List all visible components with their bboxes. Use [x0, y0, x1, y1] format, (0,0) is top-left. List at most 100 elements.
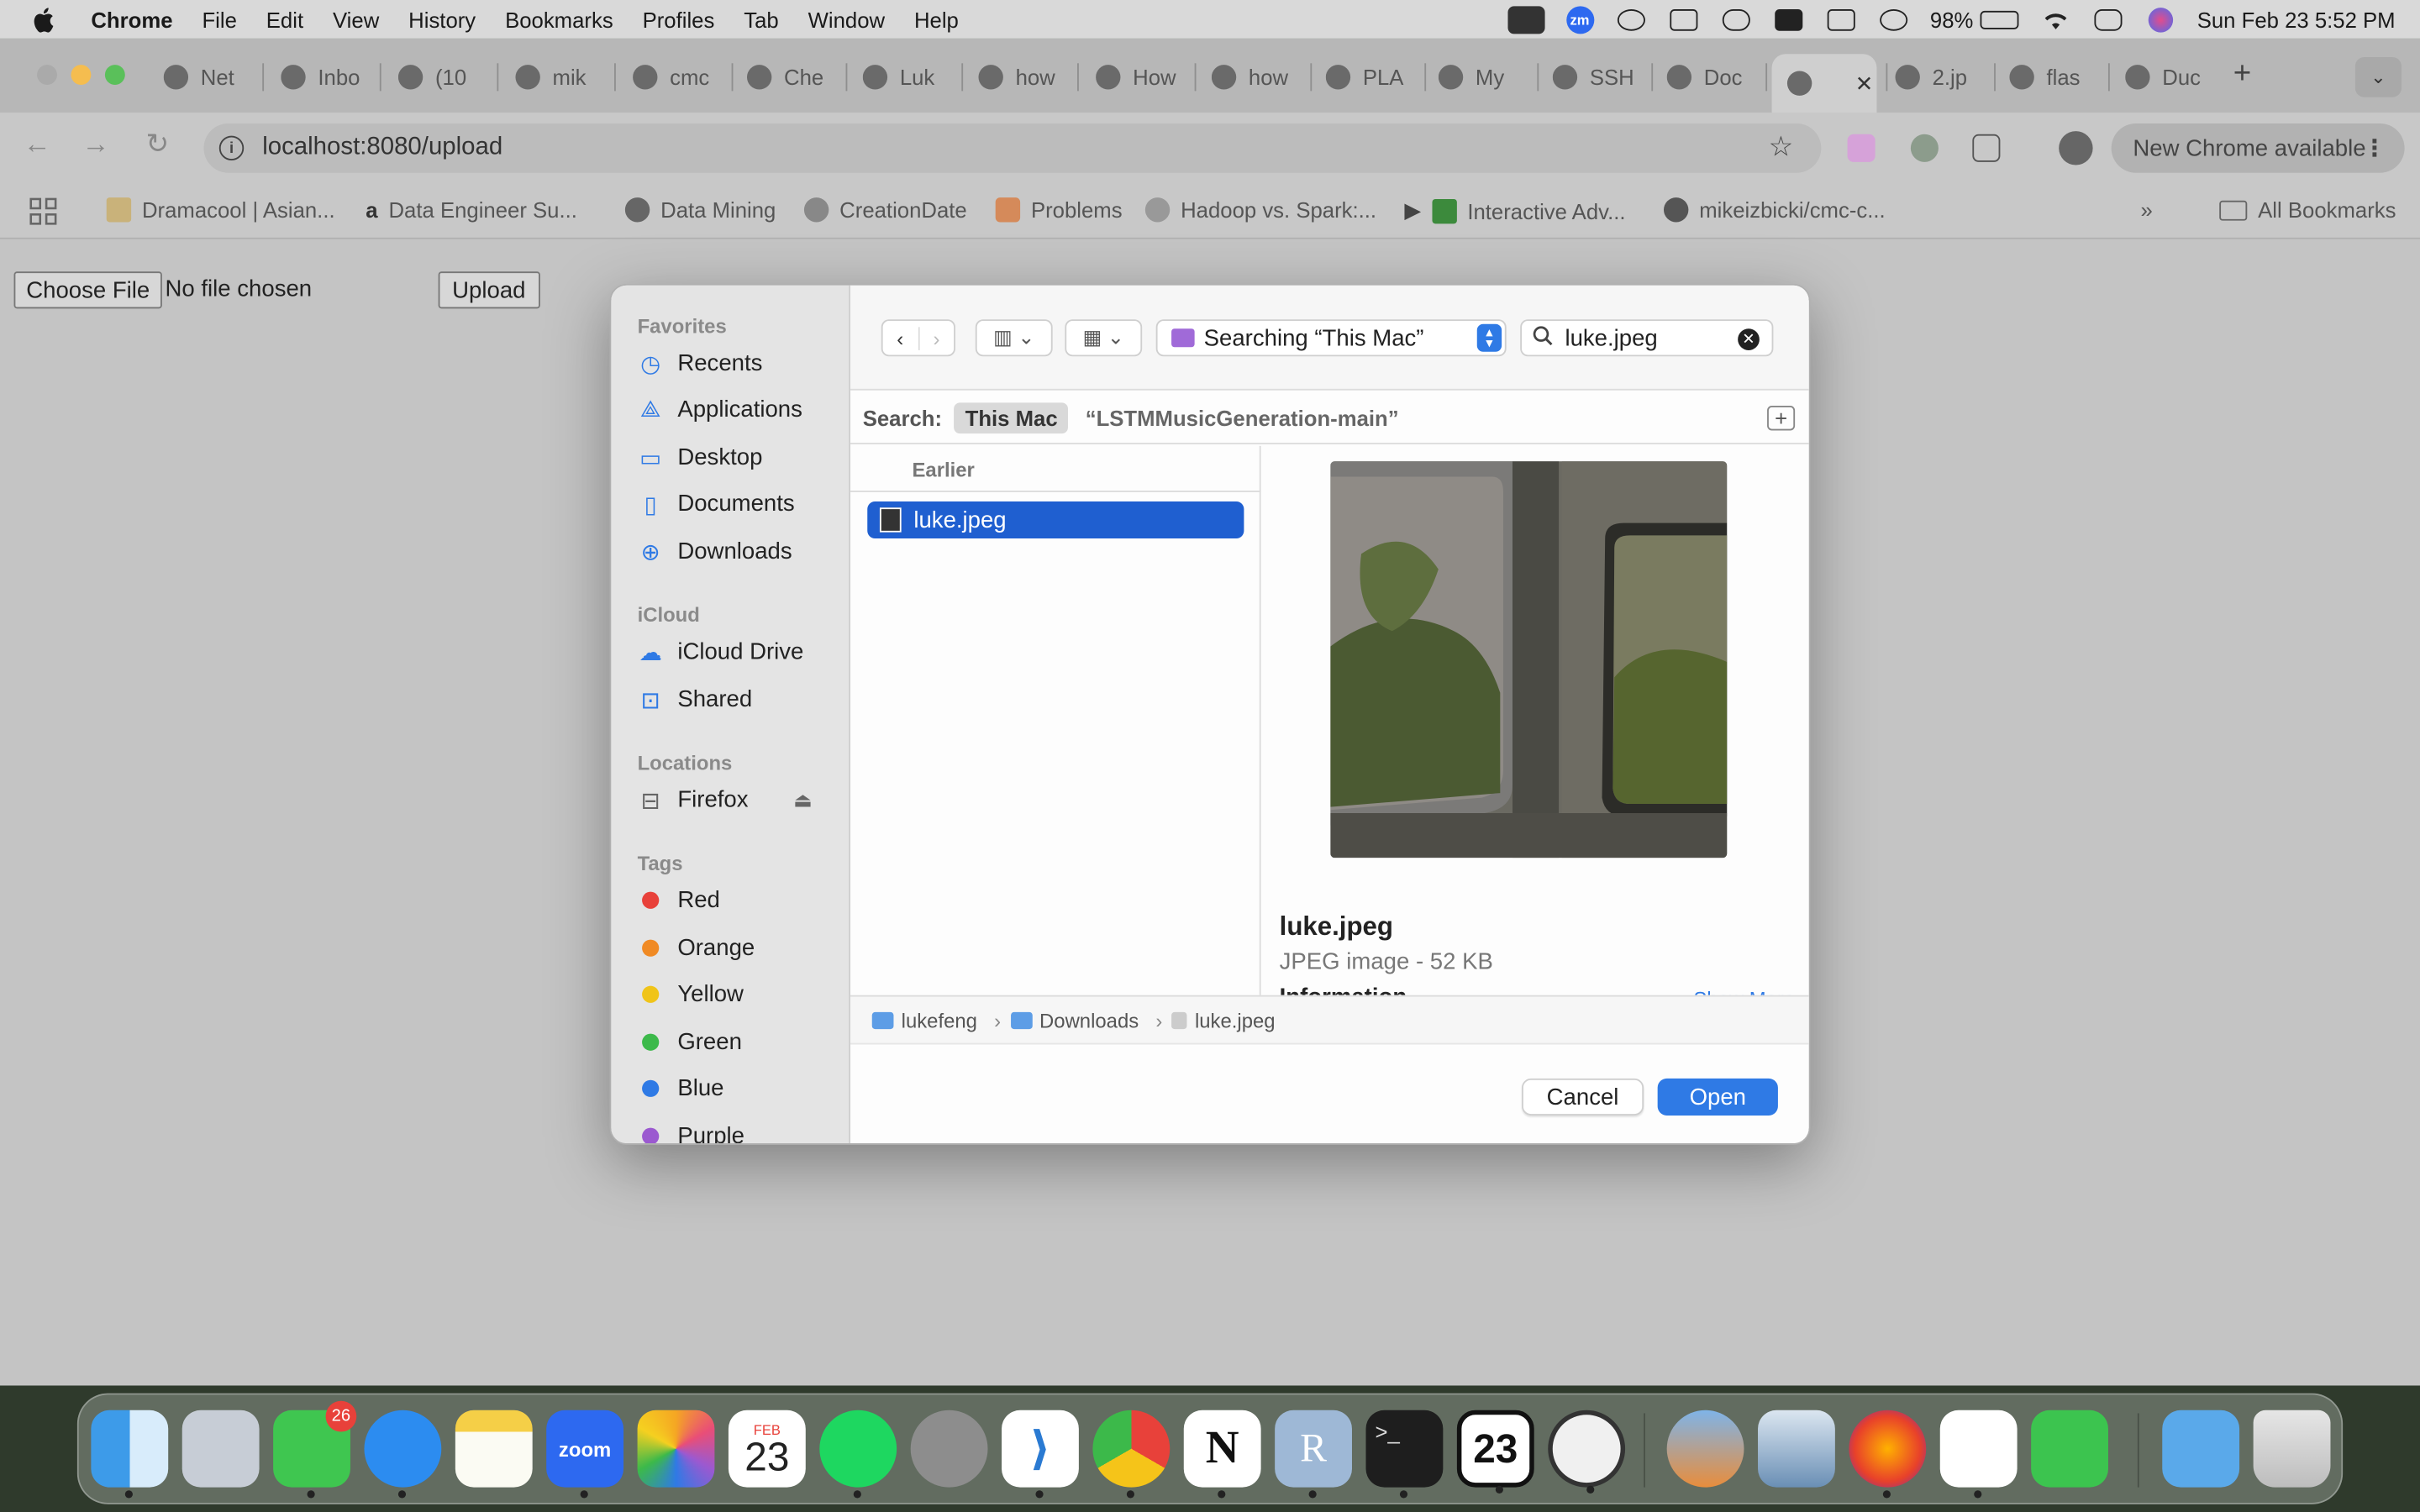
path-crumb[interactable]: luke.jpeg	[1171, 1008, 1276, 1032]
path-crumb[interactable]: lukefeng ›	[871, 1008, 1010, 1032]
browser-tab[interactable]: flas	[2009, 54, 2094, 100]
tag-green[interactable]: Green	[638, 1029, 742, 1055]
finder-icon[interactable]	[91, 1410, 169, 1499]
firefox-icon[interactable]	[1849, 1410, 1927, 1499]
menu-help[interactable]: Help	[914, 7, 959, 31]
camera-icon[interactable]	[1507, 5, 1544, 34]
notion-icon[interactable]: N	[1183, 1410, 1261, 1499]
all-bookmarks-button[interactable]: All Bookmarks	[2219, 197, 2396, 222]
tag-yellow[interactable]: Yellow	[638, 981, 744, 1007]
location-popup[interactable]: Searching “This Mac” ▴ ▾	[1155, 319, 1507, 357]
view-columns-button[interactable]: ▥ ⌄	[975, 319, 1053, 357]
sidebar-item-recents[interactable]: ◷ Recents	[638, 350, 762, 377]
cloud-icon[interactable]	[1720, 7, 1751, 31]
more-menu-icon[interactable]: ⋮	[2363, 134, 2386, 162]
chrome-icon[interactable]	[1092, 1410, 1171, 1499]
bookmark-item[interactable]: CreationDate	[803, 197, 967, 223]
zoom-window-button[interactable]	[104, 65, 125, 86]
calendar-23-icon[interactable]: 23	[1456, 1410, 1534, 1494]
choose-file-button[interactable]: Choose File	[13, 271, 162, 309]
bookmark-star-icon[interactable]: ☆	[1769, 131, 1794, 164]
menu-file[interactable]: File	[202, 7, 236, 31]
menu-view[interactable]: View	[333, 7, 379, 31]
update-chrome-button[interactable]: New Chrome available ⋮	[2111, 123, 2405, 173]
browser-tab[interactable]: (10	[397, 54, 483, 100]
menu-profiles[interactable]: Profiles	[643, 7, 715, 31]
apps-grid-icon[interactable]	[29, 197, 57, 225]
menu-window[interactable]: Window	[808, 7, 885, 31]
tag-red[interactable]: Red	[638, 887, 720, 913]
sync-icon[interactable]	[1615, 7, 1646, 31]
siri-icon[interactable]	[2144, 7, 2175, 32]
zoom-icon[interactable]: zoom	[546, 1410, 624, 1499]
close-window-button[interactable]	[37, 65, 57, 86]
dialog-back-icon[interactable]: ‹	[883, 326, 919, 350]
close-tab-icon[interactable]: ✕	[1855, 71, 1874, 97]
photo-app-icon[interactable]	[1758, 1410, 1835, 1488]
tab-search-button[interactable]: ⌄	[2354, 56, 2402, 97]
clear-search-icon[interactable]: ✕	[1738, 328, 1760, 350]
browser-tab[interactable]: mik	[515, 54, 600, 100]
menu-bookmarks[interactable]: Bookmarks	[505, 7, 613, 31]
extension-c-icon[interactable]	[1910, 134, 1939, 162]
browser-tab[interactable]: cmc	[633, 54, 718, 100]
new-tab-button[interactable]: +	[2233, 57, 2251, 92]
scope-folder[interactable]: “LSTMMusicGeneration-main”	[1086, 405, 1399, 429]
notes-icon[interactable]	[455, 1410, 533, 1488]
group-by-button[interactable]: ▦ ⌄	[1065, 319, 1143, 357]
dialog-forward-icon[interactable]: ›	[919, 326, 954, 349]
extension-icon[interactable]	[1847, 134, 1876, 162]
zoom-status-icon[interactable]: zm	[1565, 5, 1594, 34]
browser-tab[interactable]: Duc	[2125, 54, 2210, 100]
battery-indicator[interactable]: 98%	[1930, 7, 2018, 32]
browser-tab[interactable]: Che	[746, 54, 832, 100]
profile-avatar[interactable]	[2059, 131, 2093, 165]
preview-icon[interactable]	[1666, 1410, 1744, 1488]
menu-app-name[interactable]: Chrome	[91, 7, 172, 31]
browser-tab[interactable]: how	[978, 54, 1063, 100]
menu-edit[interactable]: Edit	[266, 7, 303, 31]
bookmark-item[interactable]: Dramacool | Asian...	[106, 197, 335, 223]
show-more-link[interactable]: Show More	[1693, 988, 1795, 995]
activity-icon[interactable]	[1548, 1410, 1626, 1494]
calendar-status-icon[interactable]	[1668, 7, 1699, 31]
path-crumb[interactable]: Downloads ›	[1010, 1008, 1171, 1032]
browser-tab[interactable]: PLA	[1325, 54, 1411, 100]
safari-icon[interactable]	[364, 1410, 442, 1499]
calendar-icon[interactable]: FEB 23	[728, 1410, 806, 1488]
sidebar-item-desktop[interactable]: ▭ Desktop	[638, 444, 762, 471]
r-icon[interactable]: R	[1275, 1410, 1352, 1499]
address-bar[interactable]: i localhost:8080/upload ☆	[203, 123, 1822, 173]
sidebar-item-firefox[interactable]: ⊟ Firefox	[638, 787, 749, 814]
browser-tab[interactable]: My	[1438, 54, 1523, 100]
minimize-window-button[interactable]	[71, 65, 92, 86]
extensions-puzzle-icon[interactable]	[1972, 134, 2001, 162]
display-icon[interactable]	[1825, 7, 1856, 31]
flag-icon[interactable]	[1773, 7, 1804, 31]
browser-tab[interactable]: 2.jp	[1895, 54, 1981, 100]
vscode-icon[interactable]: ⟩	[1002, 1410, 1079, 1499]
folder-icon[interactable]	[2162, 1410, 2240, 1488]
upload-button[interactable]: Upload	[438, 271, 540, 309]
sidebar-item-downloads[interactable]: ⊕ Downloads	[638, 538, 792, 565]
browser-tab[interactable]: how	[1211, 54, 1297, 100]
sidebar-item-shared[interactable]: ⊡ Shared	[638, 686, 753, 713]
wifi-icon[interactable]	[2039, 7, 2070, 31]
tag-blue[interactable]: Blue	[638, 1075, 723, 1101]
url-text[interactable]: localhost:8080/upload	[262, 134, 502, 162]
menu-tab[interactable]: Tab	[744, 7, 778, 31]
clock[interactable]: Sun Feb 23 5:52 PM	[2197, 7, 2396, 31]
messages-icon[interactable]: 26	[273, 1400, 357, 1499]
cancel-button[interactable]: Cancel	[1522, 1078, 1644, 1116]
bookmark-item[interactable]: Problems	[995, 197, 1123, 223]
browser-tab[interactable]: Inbo	[281, 54, 366, 100]
site-info-icon[interactable]: i	[218, 135, 245, 161]
file-row-selected[interactable]: luke.jpeg	[867, 501, 1244, 539]
scope-this-mac[interactable]: This Mac	[954, 402, 1069, 433]
back-button[interactable]: ←	[17, 128, 57, 160]
back-forward-control[interactable]: ‹ ›	[881, 319, 955, 357]
dialog-search-input[interactable]: luke.jpeg ✕	[1520, 319, 1774, 357]
add-criteria-button[interactable]: +	[1767, 406, 1796, 431]
tag-purple[interactable]: Purple	[638, 1123, 744, 1144]
forward-button[interactable]: →	[76, 128, 116, 160]
